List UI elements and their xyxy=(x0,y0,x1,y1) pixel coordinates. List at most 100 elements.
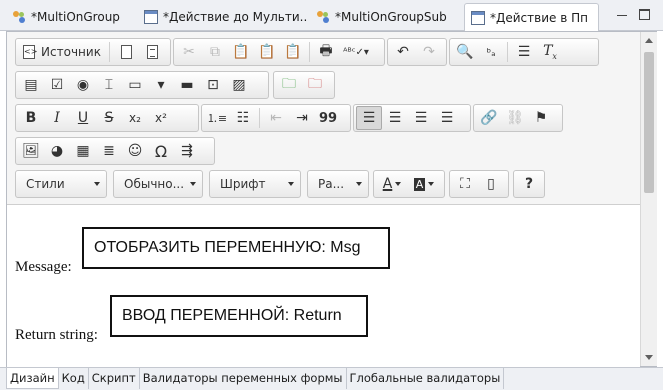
page-break-button[interactable]: ⇶ xyxy=(174,139,200,163)
return-string-label: Return string: xyxy=(15,327,98,343)
align-justify-button[interactable]: ☰ xyxy=(434,106,460,130)
print-button[interactable]: 🖶 xyxy=(313,40,339,64)
replace-button[interactable]: ᵇₐ xyxy=(478,40,504,64)
blockquote-button[interactable]: 99 xyxy=(315,106,341,130)
image-button[interactable]: 🖼 xyxy=(18,139,44,163)
tab-action-in-sub[interactable]: *Действие в Пп ✕ xyxy=(464,3,599,32)
editor-content[interactable]: ОТОБРАЗИТЬ ПЕРЕМЕННУЮ: Msg Message: ВВОД… xyxy=(7,206,640,367)
input-variable-text: ВВОД ПЕРЕМЕННОЙ: Return xyxy=(122,307,342,324)
paste-button[interactable]: 📋 xyxy=(228,40,254,64)
radio-button[interactable]: ◉ xyxy=(70,73,96,97)
tab-action-before-multi[interactable]: *Действие до Мульти... xyxy=(138,3,308,31)
insert-template-button[interactable]: 🗀 xyxy=(276,73,302,97)
minimize-button[interactable] xyxy=(614,6,630,22)
remove-template-button[interactable]: 🗀 xyxy=(302,73,328,97)
superscript-button[interactable]: x² xyxy=(148,106,174,130)
button-button[interactable]: ▬ xyxy=(174,73,200,97)
tab-code[interactable]: Код xyxy=(59,368,89,389)
numbered-list-button[interactable]: ⒈≡ xyxy=(204,106,230,130)
toolbar-separator xyxy=(109,42,110,62)
bold-button[interactable]: B xyxy=(18,106,44,130)
scroll-down-icon[interactable] xyxy=(645,355,653,360)
table-button[interactable]: ▦ xyxy=(70,139,96,163)
align-right-button[interactable]: ☰ xyxy=(408,106,434,130)
preview-button[interactable] xyxy=(139,40,165,64)
tab-global-validators[interactable]: Глобальные валидаторы xyxy=(347,368,505,389)
undo-button[interactable]: ↶ xyxy=(390,40,416,64)
show-blocks-button[interactable]: ▯ xyxy=(478,172,504,196)
size-combo[interactable]: Ра... xyxy=(307,170,369,198)
bulleted-list-icon: ☷ xyxy=(236,110,250,126)
font-combo[interactable]: Шрифт xyxy=(209,170,301,198)
unlink-button[interactable]: ⛓ xyxy=(502,106,528,130)
paste-word-button[interactable]: 📋 xyxy=(280,40,306,64)
special-char-button[interactable]: Ω xyxy=(148,139,174,163)
subscript-button[interactable]: x₂ xyxy=(122,106,148,130)
bulleted-list-button[interactable]: ☷ xyxy=(230,106,256,130)
display-variable-box[interactable]: ОТОБРАЗИТЬ ПЕРЕМЕННУЮ: Msg xyxy=(82,227,390,269)
vertical-scrollbar[interactable] xyxy=(640,32,657,366)
align-center-button[interactable]: ☰ xyxy=(382,106,408,130)
scroll-up-icon[interactable] xyxy=(645,38,653,43)
styles-combo-label: Стили xyxy=(26,177,65,191)
smiley-button[interactable]: ☺ xyxy=(122,139,148,163)
textfield-button[interactable]: ⌶ xyxy=(96,73,122,97)
checkbox-button[interactable]: ☑ xyxy=(44,73,70,97)
tab-label: *Действие в Пп xyxy=(490,11,588,25)
anchor-button[interactable]: ⚑ xyxy=(528,106,554,130)
flash-button[interactable]: ◕ xyxy=(44,139,70,163)
underline-button[interactable]: U xyxy=(70,106,96,130)
maximize-editor-button[interactable]: ⛶ xyxy=(452,172,478,196)
remove-format-button[interactable]: Tx xyxy=(537,40,563,64)
toolbar-group-basicstyles: B I U S x₂ x² xyxy=(15,104,199,132)
strikethrough-button[interactable]: S xyxy=(96,106,122,130)
image-button-button[interactable]: ⊡ xyxy=(200,73,226,97)
align-left-button[interactable]: ☰ xyxy=(356,106,382,130)
hidden-field-button[interactable]: ▨ xyxy=(226,73,252,97)
cut-button[interactable]: ✂ xyxy=(176,40,202,64)
styles-combo[interactable]: Стили xyxy=(15,170,107,198)
copy-button[interactable]: ⧉ xyxy=(202,40,228,64)
scroll-thumb[interactable] xyxy=(644,52,654,193)
horizontal-rule-icon: ≣ xyxy=(103,143,115,159)
textarea-button[interactable]: ▭ xyxy=(122,73,148,97)
format-combo[interactable]: Обычно... xyxy=(113,170,203,198)
maximize-icon: ⛶ xyxy=(460,176,470,192)
search-icon: 🔍 xyxy=(456,44,474,60)
tab-design[interactable]: Дизайн xyxy=(6,368,59,389)
find-button[interactable]: 🔍 xyxy=(452,40,478,64)
tab-script[interactable]: Скрипт xyxy=(89,368,140,389)
tab-form-variable-validators[interactable]: Валидаторы переменных формы xyxy=(140,368,347,389)
tab-label: *Действие до Мульти... xyxy=(163,10,308,24)
format-combo-label: Обычно... xyxy=(124,177,185,191)
select-all-button[interactable]: ☰ xyxy=(511,40,537,64)
link-button[interactable]: 🔗 xyxy=(476,106,502,130)
italic-button[interactable]: I xyxy=(44,106,70,130)
spellcheck-icon: ᴬᴮᶜ✓▾ xyxy=(343,46,369,58)
toolbar-group-lists: ⒈≡ ☷ ⇤ ⇥ 99 xyxy=(201,104,351,132)
maximize-button[interactable] xyxy=(636,6,652,22)
source-button[interactable]: <> Источник xyxy=(18,40,106,64)
background-color-button[interactable]: A xyxy=(408,172,440,196)
text-color-button[interactable]: A xyxy=(376,172,408,196)
select-button[interactable]: ▾ xyxy=(148,73,174,97)
input-variable-box[interactable]: ВВОД ПЕРЕМЕННОЙ: Return xyxy=(110,295,368,337)
outdent-button[interactable]: ⇤ xyxy=(263,106,289,130)
new-page-button[interactable] xyxy=(113,40,139,64)
chevron-down-icon xyxy=(395,182,402,186)
tab-multiongroupsub[interactable]: *MultiOnGroupSub xyxy=(310,3,460,31)
form-element-icon: ▤ xyxy=(24,77,38,93)
paste-text-button[interactable]: 📋 xyxy=(254,40,280,64)
tab-multiongroup[interactable]: *MultiOnGroup xyxy=(6,3,136,31)
spellcheck-button[interactable]: ᴬᴮᶜ✓▾ xyxy=(339,40,373,64)
chevron-down-icon xyxy=(94,182,100,186)
message-label: Message: xyxy=(15,259,72,275)
close-icon[interactable]: ✕ xyxy=(597,11,598,26)
redo-button[interactable]: ↷ xyxy=(416,40,442,64)
indent-button[interactable]: ⇥ xyxy=(289,106,315,130)
editor-mode-tabs: Дизайн Код Скрипт Валидаторы переменных … xyxy=(0,367,663,390)
unlink-icon: ⛓ xyxy=(506,110,524,126)
help-button[interactable]: ? xyxy=(516,172,542,196)
horizontal-rule-button[interactable]: ≣ xyxy=(96,139,122,163)
form-button[interactable]: ▤ xyxy=(18,73,44,97)
